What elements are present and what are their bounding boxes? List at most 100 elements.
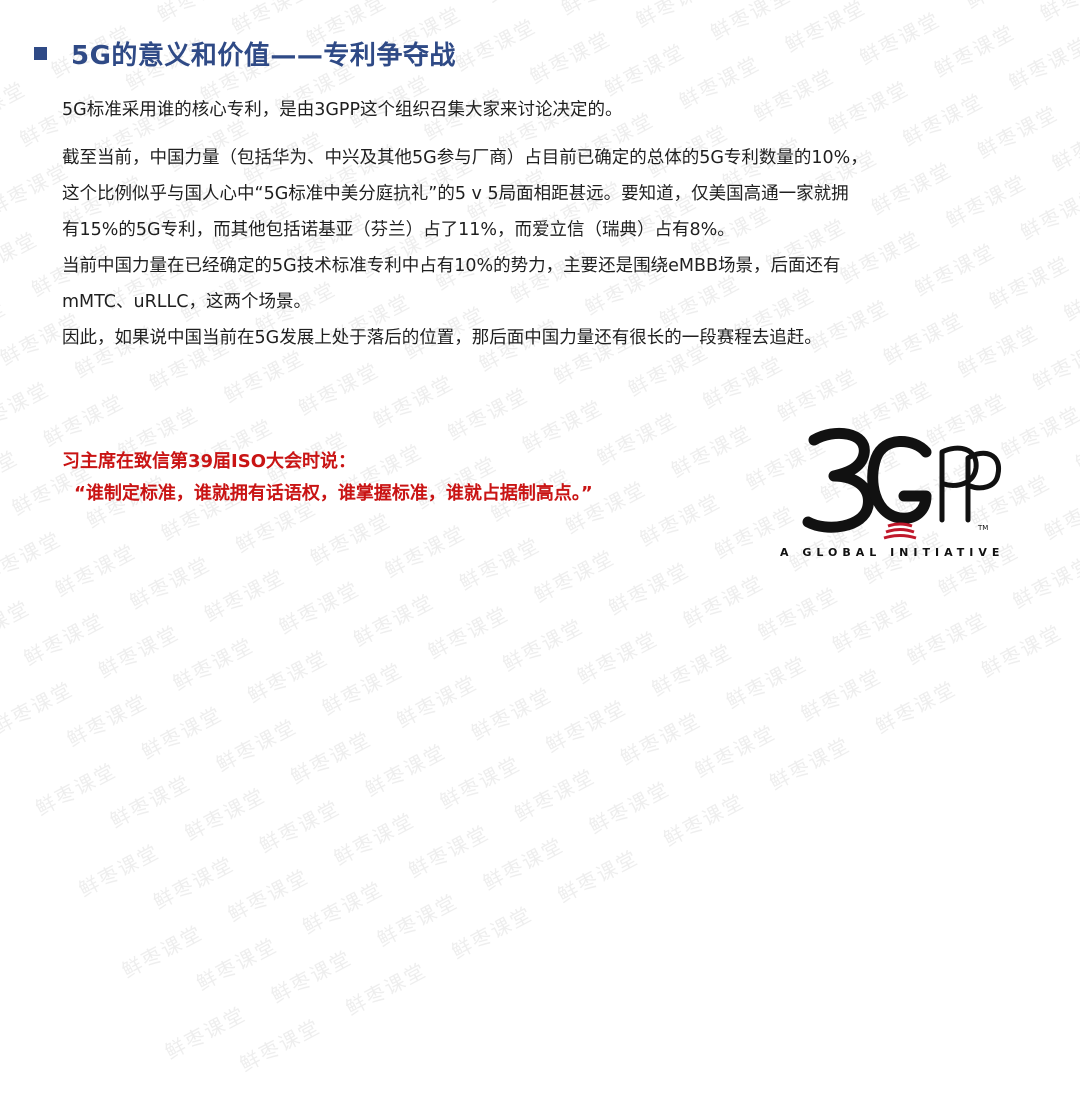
watermark-text: 鲜枣课堂 xyxy=(828,594,918,658)
watermark-text: 鲜枣课堂 xyxy=(372,889,462,952)
watermark-text: 鲜枣课堂 xyxy=(160,1001,250,1065)
quote-block: 习主席在致信第39届ISO大会时说： “谁制定标准，谁就拥有话语权，谁掌握标准，… xyxy=(62,446,762,510)
watermark-text: 鲜枣课堂 xyxy=(604,557,694,621)
watermark-text: 鲜枣课堂 xyxy=(698,351,788,414)
quote-intro: 习主席在致信第39届ISO大会时说： xyxy=(62,451,357,472)
watermark-text: 鲜枣课堂 xyxy=(541,695,631,758)
watermark-text: 鲜枣课堂 xyxy=(1016,182,1080,245)
watermark-text: 鲜枣课堂 xyxy=(753,582,843,645)
watermark-text: 鲜枣课堂 xyxy=(223,864,313,927)
watermark-text: 鲜枣课堂 xyxy=(349,588,439,652)
watermark-text: 鲜枣课堂 xyxy=(1008,550,1080,614)
logo-tagline: A GLOBAL INITIATIVE xyxy=(780,546,1005,559)
paragraph-line: 有15%的5G专利，而其他包括诺基亚（芬兰）占了11%，而爱立信（瑞典）占有8%… xyxy=(62,220,735,240)
watermark-text: 鲜枣课堂 xyxy=(19,607,109,671)
watermark-text: 鲜枣课堂 xyxy=(0,595,35,659)
watermark-text: 鲜枣课堂 xyxy=(960,0,1051,14)
watermark-text: 鲜枣课堂 xyxy=(885,0,976,2)
watermark-text: 鲜枣课堂 xyxy=(117,920,207,983)
watermark-text: 鲜枣课堂 xyxy=(329,807,419,871)
watermark-text: 鲜枣课堂 xyxy=(380,520,470,583)
watermark-text: 鲜枣课堂 xyxy=(616,707,706,771)
watermark-text: 鲜枣课堂 xyxy=(317,657,407,721)
3gpp-logo-mark: TM xyxy=(802,427,1002,540)
watermark-text: 鲜枣课堂 xyxy=(294,357,384,421)
watermark-text: 鲜枣课堂 xyxy=(149,851,239,915)
watermark-text: 鲜枣课堂 xyxy=(243,645,333,708)
watermark-text: 鲜枣课堂 xyxy=(62,689,152,752)
watermark-text: 鲜枣课堂 xyxy=(0,76,30,140)
watermark-text: 鲜枣课堂 xyxy=(765,732,855,795)
watermark-text: 鲜枣课堂 xyxy=(659,788,749,852)
3gpp-logo: TM A GLOBAL INITIATIVE xyxy=(776,418,1006,568)
watermark-text: 鲜枣课堂 xyxy=(286,726,376,790)
watermark-text: 鲜枣课堂 xyxy=(498,613,588,677)
watermark-text: 鲜枣课堂 xyxy=(930,19,1019,83)
watermark-text: 鲜枣课堂 xyxy=(392,670,482,733)
watermark-text: 鲜枣课堂 xyxy=(404,820,494,883)
paragraph-line: mMTC、uRLLC，这两个场景。 xyxy=(62,292,311,312)
watermark-text: 鲜枣课堂 xyxy=(50,539,140,602)
watermark-text: 鲜枣课堂 xyxy=(722,651,812,714)
watermark-text: 鲜枣课堂 xyxy=(510,763,600,827)
watermark-text: 鲜枣课堂 xyxy=(525,26,615,89)
watermark-text: 鲜枣课堂 xyxy=(977,619,1067,683)
watermark-text: 鲜枣课堂 xyxy=(368,370,458,433)
title-row: 5G的意义和价值——专利争夺战 xyxy=(34,34,456,72)
watermark-text: 鲜枣课堂 xyxy=(584,776,674,839)
trademark-mark: TM xyxy=(977,524,988,532)
watermark-text: 鲜枣课堂 xyxy=(361,738,451,802)
watermark-text: 鲜枣课堂 xyxy=(1034,0,1080,27)
watermark-text: 鲜枣课堂 xyxy=(94,620,184,683)
body-text: 5G标准采用谁的核心专利，是由3GPP这个组织召集大家来讨论决定的。 截至当前，… xyxy=(62,92,1002,356)
watermark-text: 鲜枣课堂 xyxy=(647,638,737,702)
watermark-text: 鲜枣课堂 xyxy=(467,682,557,746)
watermark-text: 鲜枣课堂 xyxy=(39,389,129,452)
watermark-text: 鲜枣课堂 xyxy=(678,569,768,633)
watermark-text: 鲜枣课堂 xyxy=(151,0,242,27)
watermark-text: 鲜枣课堂 xyxy=(706,0,796,45)
watermark-text: 鲜枣课堂 xyxy=(0,676,78,740)
watermark-text: 鲜枣课堂 xyxy=(451,13,541,77)
watermark-text: 鲜枣课堂 xyxy=(855,7,945,70)
watermark-text: 鲜枣课堂 xyxy=(478,832,568,896)
watermark-text: 鲜枣课堂 xyxy=(0,526,66,590)
watermark-text: 鲜枣课堂 xyxy=(553,845,643,908)
watermark-text: 鲜枣课堂 xyxy=(180,782,270,846)
page-title: 5G的意义和价值——专利争夺战 xyxy=(71,40,456,71)
watermark-text: 鲜枣课堂 xyxy=(0,226,42,290)
watermark-text: 鲜枣课堂 xyxy=(1004,32,1080,95)
watermark-text: 鲜枣课堂 xyxy=(529,545,619,608)
watermark-text: 鲜枣课堂 xyxy=(125,551,215,615)
watermark-text: 鲜枣课堂 xyxy=(1071,413,1080,476)
watermark-text: 鲜枣课堂 xyxy=(0,445,23,509)
watermark-text: 鲜枣课堂 xyxy=(996,400,1080,464)
watermark-text: 鲜枣课堂 xyxy=(341,957,431,1021)
watermark-text: 鲜枣课堂 xyxy=(200,564,290,627)
watermark-text: 鲜枣课堂 xyxy=(1028,332,1080,395)
watermark-text: 鲜枣课堂 xyxy=(455,532,545,596)
watermark-text: 鲜枣课堂 xyxy=(902,607,992,670)
paragraph-line: 当前中国力量在已经确定的5G技术标准专利中占有10%的势力，主要还是围绕eMBB… xyxy=(62,256,841,276)
watermark-text: 鲜枣课堂 xyxy=(447,901,537,964)
watermark-text: 鲜枣课堂 xyxy=(306,507,396,571)
watermark-text: 鲜枣课堂 xyxy=(74,839,164,902)
watermark-text: 鲜枣课堂 xyxy=(1040,482,1080,545)
paragraph-intro: 5G标准采用谁的核心专利，是由3GPP这个组织召集大家来讨论决定的。 xyxy=(62,100,623,120)
watermark-text: 鲜枣课堂 xyxy=(871,676,961,739)
watermark-text: 鲜枣课堂 xyxy=(443,382,533,446)
watermark-text: 鲜枣课堂 xyxy=(31,757,121,821)
watermark-text: 鲜枣课堂 xyxy=(1059,263,1080,326)
watermark-text: 鲜枣课堂 xyxy=(0,376,54,440)
watermark-text: 鲜枣课堂 xyxy=(255,795,345,858)
watermark-text: 鲜枣课堂 xyxy=(773,363,863,427)
watermark-text: 鲜枣课堂 xyxy=(555,0,646,21)
title-bullet-icon xyxy=(34,46,47,60)
watermark-text: 鲜枣课堂 xyxy=(235,1014,325,1077)
watermark-text: 鲜枣课堂 xyxy=(481,0,572,8)
watermark-text: 鲜枣课堂 xyxy=(105,770,195,833)
watermark-text: 鲜枣课堂 xyxy=(266,945,356,1008)
watermark-text: 鲜枣课堂 xyxy=(690,720,780,783)
watermark-text: 鲜枣课堂 xyxy=(298,876,388,940)
watermark-text: 鲜枣课堂 xyxy=(137,701,227,765)
